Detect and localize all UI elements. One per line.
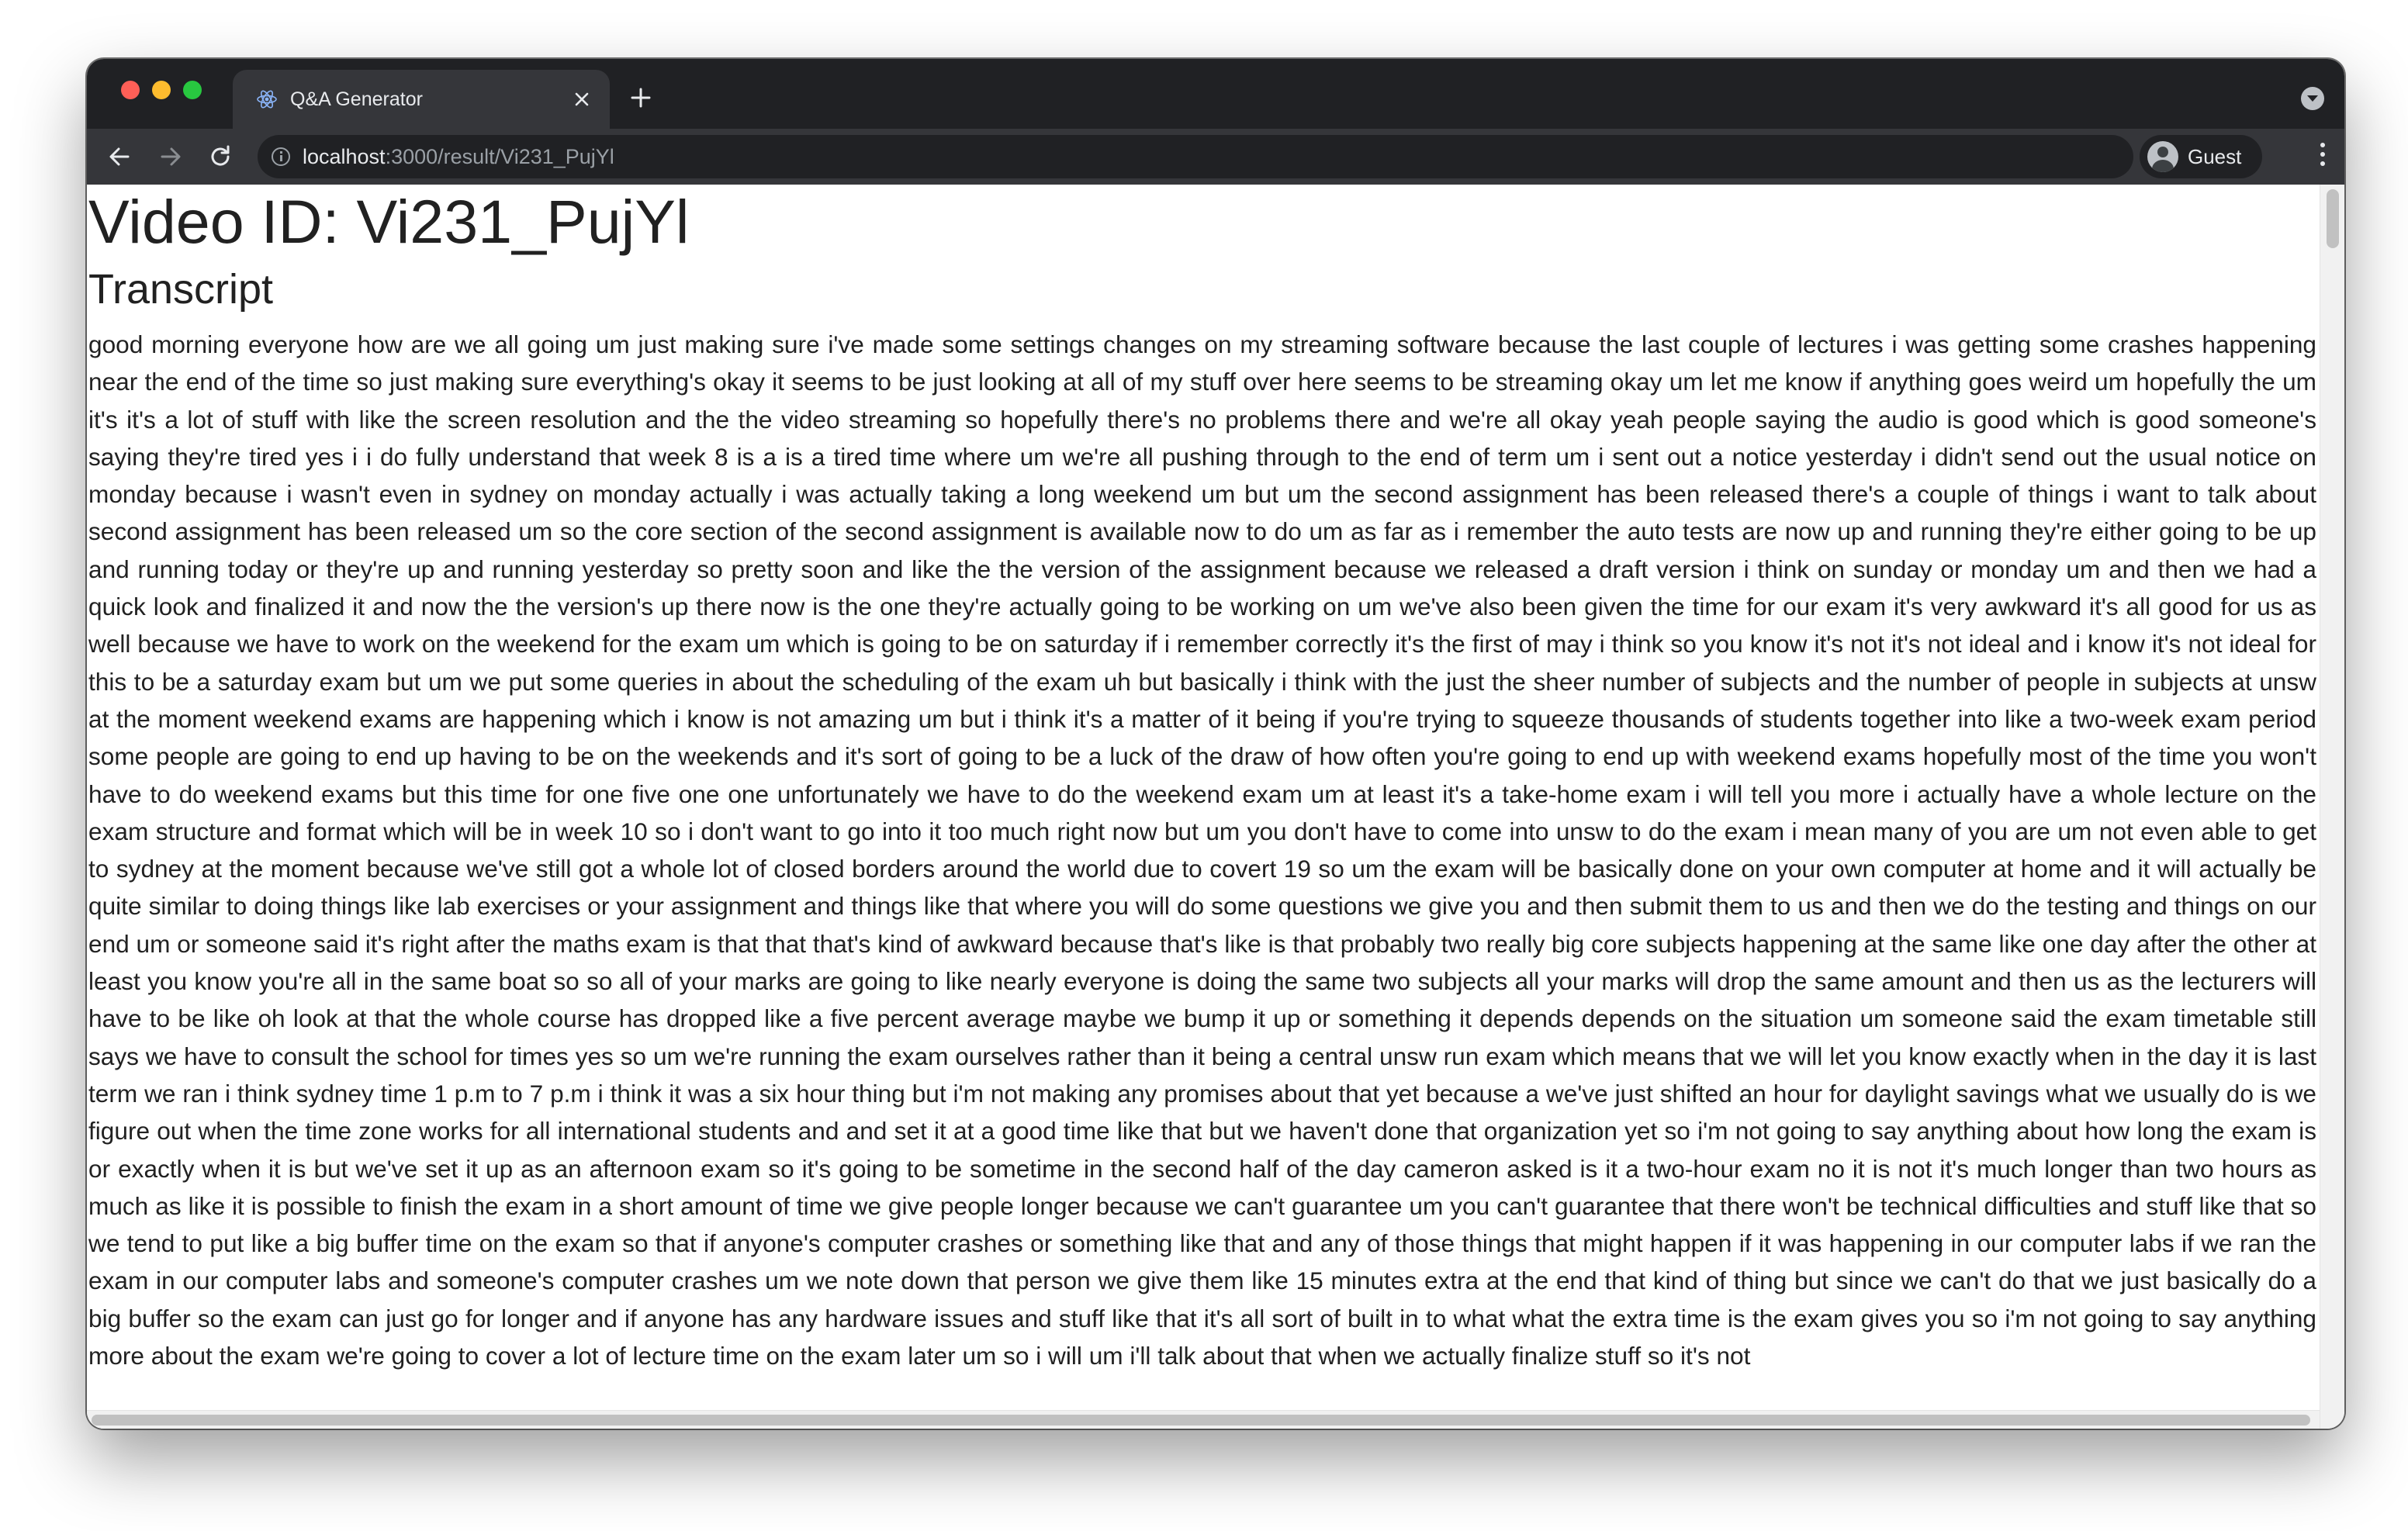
tab-qa-generator[interactable]: Q&A Generator [233,70,610,129]
address-bar[interactable]: localhost:3000/result/Vi231_PujYl [258,135,2133,178]
vertical-scroll-thumb[interactable] [2327,189,2339,248]
tab-strip: Q&A Generator [87,59,2344,129]
url-text[interactable]: localhost:3000/result/Vi231_PujYl [303,145,614,168]
close-tab-icon[interactable] [568,85,596,113]
tab-title: Q&A Generator [290,88,423,110]
url-host: localhost [303,145,386,168]
browser-menu-icon[interactable] [2318,143,2327,171]
vertical-scrollbar[interactable] [2320,185,2344,1429]
tab-search-icon[interactable] [2301,87,2324,110]
page-content: Video ID: Vi231_PujYl Transcript good mo… [88,185,2316,1374]
browser-toolbar: localhost:3000/result/Vi231_PujYl Guest [87,129,2344,185]
profile-button[interactable]: Guest [2140,135,2262,178]
browser-window: Q&A Generator localhost:3000/result/Vi23… [87,59,2344,1429]
site-info-icon[interactable] [272,147,290,166]
page-title: Video ID: Vi231_PujYl [88,187,690,256]
url-path: :3000/result/Vi231_PujYl [385,145,614,168]
new-tab-icon[interactable] [625,82,656,113]
profile-label: Guest [2188,145,2242,168]
page-viewport[interactable]: Video ID: Vi231_PujYl Transcript good mo… [87,185,2344,1429]
react-atom-icon [257,90,277,109]
transcript-text: good morning everyone how are we all goi… [88,330,2316,1370]
close-window-button[interactable] [121,81,140,99]
horizontal-scroll-thumb[interactable] [92,1415,2310,1426]
guest-avatar-icon [2147,141,2178,172]
back-icon[interactable] [104,141,135,172]
zoom-window-button[interactable] [183,81,202,99]
transcript-heading: Transcript [88,266,274,313]
minimize-window-button[interactable] [152,81,171,99]
reload-icon[interactable] [205,141,236,172]
horizontal-scrollbar[interactable] [87,1410,2320,1429]
forward-icon[interactable] [155,141,186,172]
